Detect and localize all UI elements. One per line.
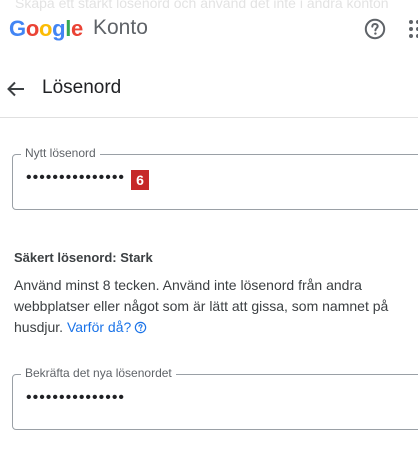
password-hint-line-1: Använd minst 8 tecken. Använd inte lösen… — [14, 277, 362, 293]
new-password-label: Nytt lösenord — [21, 146, 100, 160]
confirm-password-label: Bekräfta det nya lösenordet — [21, 366, 176, 380]
confirm-password-field[interactable]: Bekräfta det nya lösenordet ••••••••••••… — [12, 366, 418, 430]
arrow-back-icon[interactable] — [4, 77, 28, 101]
password-hint: Använd minst 8 tecken. Använd inte lösen… — [14, 275, 418, 338]
page-subheader: Lösenord — [0, 60, 418, 118]
why-link[interactable]: Varför då? — [67, 319, 131, 335]
why-help-icon[interactable] — [134, 319, 147, 334]
page-title: Lösenord — [42, 77, 122, 98]
confirm-password-value[interactable]: ••••••••••••••• — [26, 389, 125, 407]
new-password-field[interactable]: Nytt lösenord ••••••••••••••• 6 — [12, 146, 418, 210]
app-header: Google Konto — [0, 0, 418, 60]
google-logo[interactable]: Google — [9, 16, 83, 42]
product-name: Konto — [93, 16, 148, 39]
step-number-badge: 6 — [131, 170, 149, 190]
password-hint-line-3: husdjur. Varför då? — [14, 317, 418, 338]
page: Skapa ett starkt lösenord och använd det… — [0, 0, 418, 459]
password-hint-line-2: webbplatser eller något som är lätt att … — [14, 298, 389, 314]
password-hint-line-3-text: husdjur. — [14, 319, 64, 335]
new-password-value[interactable]: ••••••••••••••• — [26, 169, 125, 187]
help-icon[interactable] — [363, 17, 387, 41]
password-strength-title: Säkert lösenord: Stark — [14, 250, 153, 265]
apps-grid-icon[interactable] — [408, 19, 418, 41]
